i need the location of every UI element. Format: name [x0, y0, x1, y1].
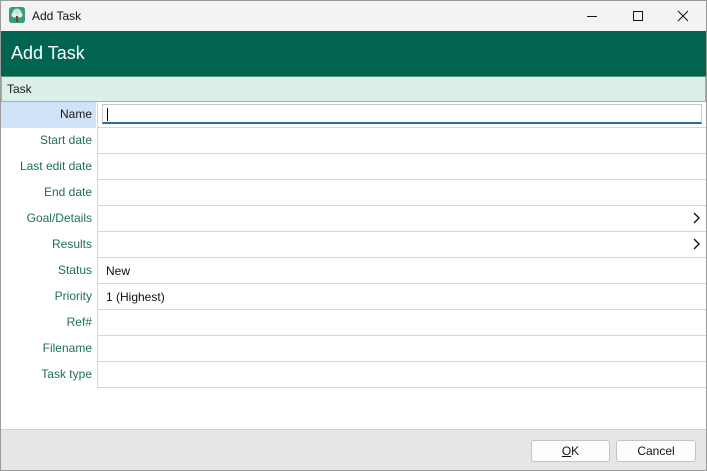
last-edit-date-field[interactable] [97, 154, 706, 180]
maximize-icon [633, 11, 643, 21]
field-label: End date [43, 185, 92, 199]
task-type-field[interactable] [97, 362, 706, 388]
field-row-task-type[interactable]: Task type [1, 362, 706, 388]
priority-field[interactable]: 1 (Highest) [97, 284, 706, 310]
close-button[interactable] [660, 1, 706, 31]
field-row-filename[interactable]: Filename [1, 336, 706, 362]
field-row-priority[interactable]: Priority 1 (Highest) [1, 284, 706, 310]
chevron-right-icon[interactable] [692, 238, 700, 250]
results-field[interactable] [97, 232, 706, 258]
minimize-icon [587, 16, 597, 17]
tree-icon [9, 7, 25, 23]
ref-field[interactable] [97, 310, 706, 336]
ok-button[interactable]: OK [531, 440, 610, 462]
start-date-field[interactable] [97, 128, 706, 154]
name-field[interactable] [97, 102, 706, 128]
cancel-button[interactable]: Cancel [616, 440, 696, 462]
filename-field[interactable] [97, 336, 706, 362]
field-label: Last edit date [19, 159, 92, 173]
field-label: Priority [54, 289, 92, 303]
name-input[interactable] [102, 104, 702, 124]
task-form: Name Start date Last edit date End date … [1, 102, 706, 388]
add-task-window: Add Task Add Task Task Name Start date L… [0, 0, 707, 471]
field-label: Results [51, 237, 92, 251]
dialog-footer: OK Cancel [1, 429, 706, 470]
title-bar[interactable]: Add Task [1, 1, 706, 31]
field-row-name[interactable]: Name [1, 102, 706, 128]
close-icon [677, 10, 689, 22]
field-row-last-edit-date[interactable]: Last edit date [1, 154, 706, 180]
end-date-field[interactable] [97, 180, 706, 206]
field-row-end-date[interactable]: End date [1, 180, 706, 206]
dialog-header: Add Task [1, 31, 706, 76]
field-value: 1 (Highest) [106, 290, 165, 304]
text-caret [107, 108, 108, 121]
status-field[interactable]: New [97, 258, 706, 284]
window-title: Add Task [32, 9, 82, 23]
field-label: Name [1, 102, 96, 128]
field-value: New [106, 264, 131, 278]
field-label: Task type [41, 367, 92, 381]
field-row-results[interactable]: Results [1, 232, 706, 258]
chevron-right-icon[interactable] [692, 212, 700, 224]
field-label: Status [57, 263, 92, 277]
field-label: Goal/Details [26, 211, 92, 225]
field-row-start-date[interactable]: Start date [1, 128, 706, 154]
maximize-button[interactable] [615, 1, 661, 31]
field-row-goal-details[interactable]: Goal/Details [1, 206, 706, 232]
section-label: Task [7, 82, 32, 96]
goal-details-field[interactable] [97, 206, 706, 232]
page-title: Add Task [11, 43, 85, 63]
field-label: Filename [42, 341, 92, 355]
field-label: Ref# [66, 315, 92, 329]
ok-mnemonic: O [561, 444, 572, 458]
section-header-task: Task [1, 76, 706, 102]
field-row-ref[interactable]: Ref# [1, 310, 706, 336]
field-label: Start date [39, 133, 92, 147]
minimize-button[interactable] [569, 1, 615, 31]
ok-label: K [571, 444, 580, 458]
field-row-status[interactable]: Status New [1, 258, 706, 284]
